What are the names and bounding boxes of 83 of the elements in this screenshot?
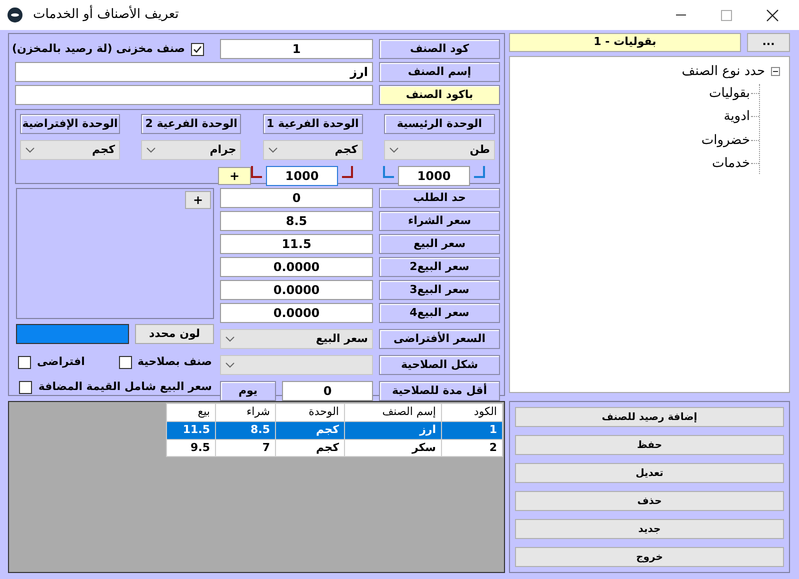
tree-item[interactable]: ادوية	[724, 107, 750, 126]
action-button[interactable]: حذف	[515, 491, 784, 511]
checkbox[interactable]	[118, 356, 132, 368]
dropdown[interactable]: سعر البيع	[220, 329, 373, 349]
column-header[interactable]: الكود	[442, 404, 502, 422]
dropdown[interactable]: كجم	[20, 140, 120, 160]
table-cell: 2	[442, 439, 502, 456]
field-label: سعر الشراء	[379, 211, 500, 231]
chevron-down-icon	[225, 362, 235, 368]
field-label: سعر البيع2	[379, 257, 500, 277]
bracket-icon	[383, 166, 395, 178]
app-logo-icon	[7, 7, 23, 23]
unit-label: يوم	[220, 381, 276, 401]
field-label: حد الطلب	[379, 188, 500, 208]
table-cell: 9.5	[166, 439, 216, 456]
action-button[interactable]: خروج	[515, 547, 784, 567]
action-button[interactable]: حفظ	[515, 435, 784, 455]
chevron-down-icon	[146, 147, 156, 153]
table-cell: ارز	[344, 422, 442, 439]
chevron-down-icon	[268, 147, 278, 153]
checkbox[interactable]	[19, 380, 32, 394]
field-label: الوحدة الفرعية 2	[141, 114, 242, 134]
chevron-down-icon	[25, 147, 35, 153]
color-swatch[interactable]	[16, 324, 129, 344]
chevron-down-icon	[388, 147, 399, 153]
field-label: إسم الصنف	[379, 62, 500, 82]
table-cell: 7	[216, 439, 276, 456]
tree-item[interactable]: حدد نوع الصنف	[682, 62, 765, 82]
input-field[interactable]: 11.5	[220, 234, 373, 254]
input-field[interactable]: 0	[220, 188, 373, 208]
collapse-icon[interactable]	[771, 67, 780, 76]
category-field[interactable]: 1 - بقوليات	[509, 33, 741, 52]
tree-item[interactable]: بقوليات	[709, 84, 750, 103]
checkbox-label: سعر البيع شامل القيمة المضافة	[38, 378, 212, 395]
chevron-down-icon	[225, 336, 235, 342]
action-button[interactable]: إضافة رصيد للصنف	[515, 407, 784, 427]
window-title: تعريف الأصناف أو الخدمات	[33, 5, 179, 24]
input-field[interactable]: 0.0000	[220, 280, 373, 300]
field-label: الوحدة الفرعية 1	[262, 114, 363, 134]
field-label: شكل الصلاحية	[379, 355, 500, 375]
table-cell: سكر	[344, 439, 442, 456]
checkbox[interactable]	[191, 42, 204, 56]
checkbox[interactable]	[18, 356, 31, 368]
browse-button[interactable]: ...	[747, 33, 790, 52]
dropdown[interactable]: جرام	[141, 140, 242, 160]
field-label: أقل مدة للصلاحية	[379, 381, 500, 401]
dropdown[interactable]: طن	[384, 140, 495, 160]
field-label: سعر البيع	[379, 234, 500, 254]
close-icon[interactable]	[766, 8, 779, 22]
field-label: السعر الأفتراضى	[379, 329, 500, 349]
table-cell: 1	[442, 422, 502, 439]
table-cell: 8.5	[216, 422, 276, 439]
field-label: سعر البيع3	[379, 280, 500, 300]
bracket-icon	[251, 166, 263, 178]
table-cell: كجم	[276, 422, 344, 439]
action-button[interactable]: جديد	[515, 519, 784, 539]
input-field[interactable]: 0.0000	[220, 257, 373, 277]
table-cell: كجم	[276, 439, 344, 456]
input-field[interactable]: 1000	[398, 166, 470, 186]
checkbox-label: صنف مخزنى (لة رصيد بالمخزن)	[12, 40, 185, 57]
input-field[interactable]: 1000	[266, 166, 338, 186]
table-cell: 11.5	[166, 422, 216, 439]
dropdown[interactable]: كجم	[262, 140, 363, 160]
checkbox-label: افتراضى	[37, 354, 85, 370]
field-label: سعر البيع4	[379, 303, 500, 323]
input-field[interactable]: 0.0000	[220, 303, 373, 323]
input-field[interactable]: ارز	[15, 62, 373, 82]
field-label: الوحدة الرئيسية	[384, 114, 495, 134]
field-label: باكود الصنف	[379, 85, 500, 105]
field-label: كود الصنف	[379, 39, 500, 59]
color-button[interactable]: لون محدد	[135, 324, 214, 344]
tree-item[interactable]: خضروات	[701, 130, 750, 150]
checkbox-label: صنف بصلاحية	[138, 354, 212, 370]
add-button[interactable]: +	[218, 167, 251, 185]
add-button[interactable]: +	[185, 191, 211, 209]
action-button[interactable]: تعديل	[515, 463, 784, 483]
tree-item[interactable]: خدمات	[712, 154, 750, 174]
field-label: الوحدة الإفتراضية	[20, 114, 120, 134]
input-field[interactable]: 1	[220, 39, 373, 59]
input-field[interactable]: 8.5	[220, 211, 373, 231]
input-field[interactable]	[15, 85, 373, 105]
input-field[interactable]: 0	[282, 381, 373, 401]
column-header[interactable]: إسم الصنف	[344, 404, 442, 422]
